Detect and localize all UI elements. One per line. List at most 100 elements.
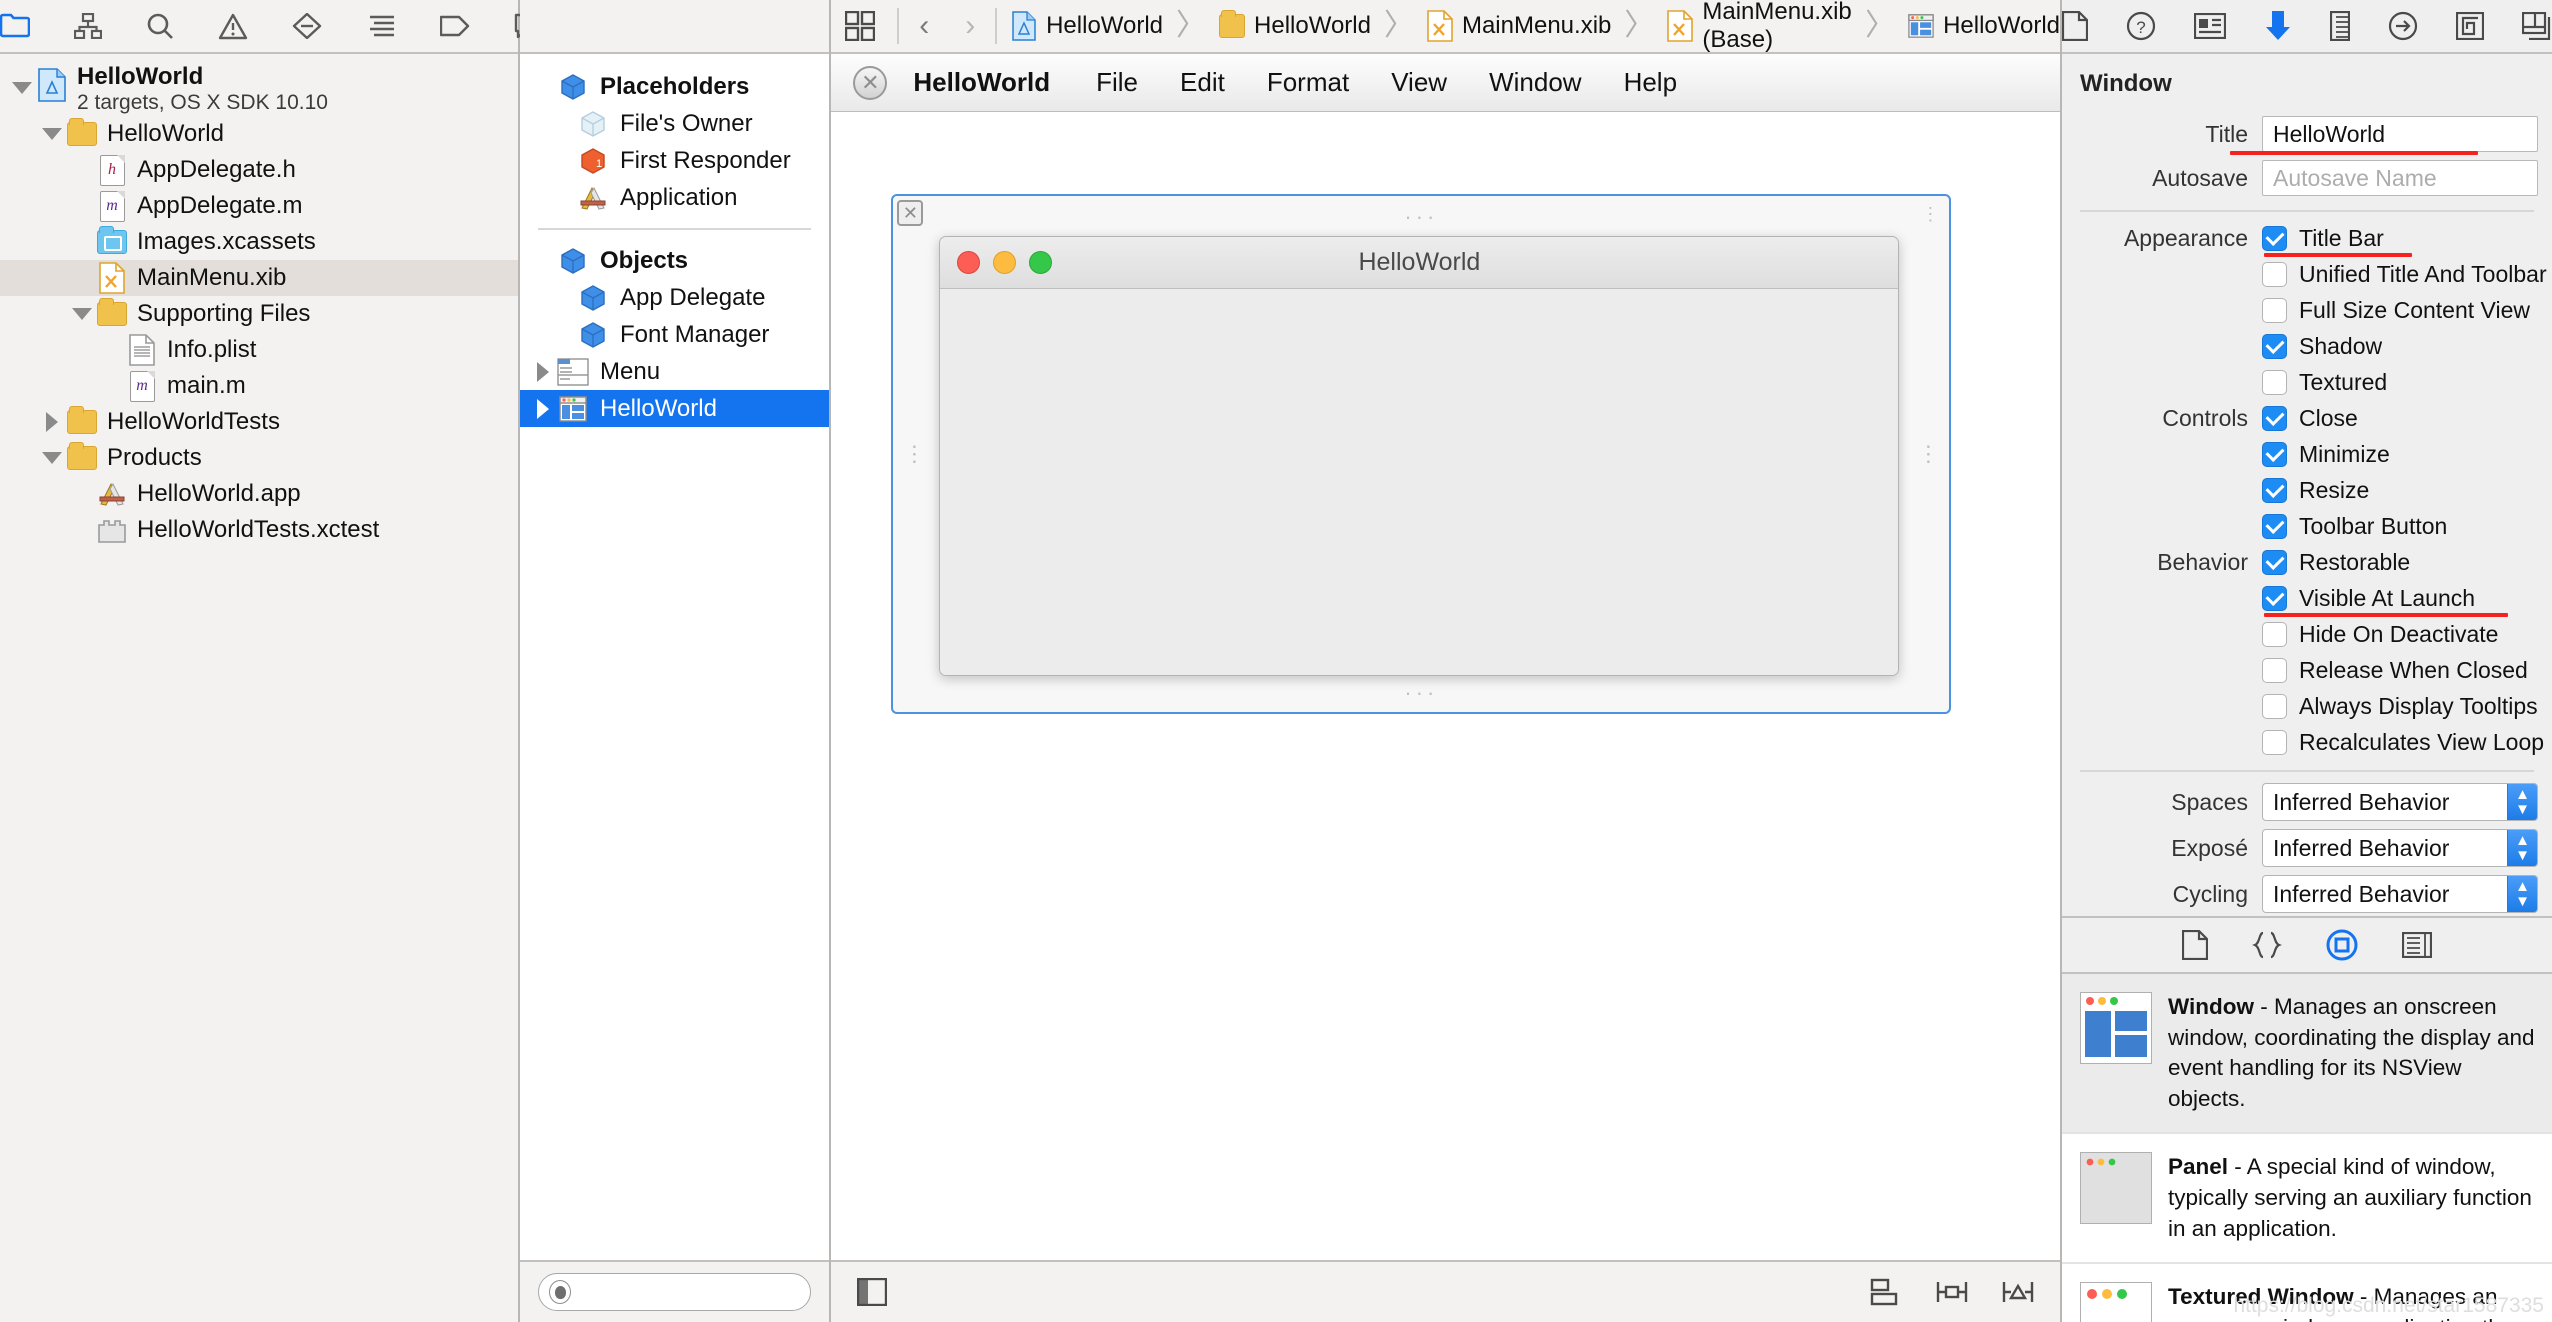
breadcrumb-item[interactable]: MainMenu.xib <box>1427 10 1611 42</box>
outline-item[interactable]: Menu <box>520 353 829 390</box>
checkbox-unified-title-and-toolbar[interactable] <box>2262 261 2287 287</box>
tag-icon[interactable] <box>440 9 470 43</box>
back-button[interactable]: ‹ <box>919 11 929 41</box>
navigator-row[interactable]: HelloWorldTests <box>0 404 518 440</box>
connections-inspector-icon[interactable] <box>2388 11 2418 41</box>
disclosure-triangle[interactable] <box>530 361 556 382</box>
navigator-row[interactable]: HelloWorld.app <box>0 476 518 512</box>
navigator-row[interactable]: Supporting Files <box>0 296 518 332</box>
disclosure-triangle[interactable] <box>38 116 66 152</box>
view-effects-inspector-icon[interactable] <box>2522 12 2552 40</box>
checkbox-toolbar-button[interactable] <box>2262 513 2287 539</box>
breadcrumb-item[interactable]: HelloWorld <box>1011 11 1163 41</box>
navigator-row[interactable]: m AppDelegate.m <box>0 188 518 224</box>
search-icon[interactable] <box>146 9 174 43</box>
outline-item[interactable]: HelloWorld <box>520 390 830 427</box>
breadcrumb-item[interactable]: HelloWorld <box>1219 10 1371 41</box>
chevron-updown-icon[interactable]: ▲ ▼ <box>2507 784 2537 820</box>
navigator-row[interactable]: m main.m <box>0 368 518 404</box>
checkbox-title-bar[interactable] <box>2262 225 2287 251</box>
chevron-updown-icon[interactable]: ▲ ▼ <box>2507 830 2537 866</box>
menu-item-view[interactable]: View <box>1391 67 1447 98</box>
menu-item-format[interactable]: Format <box>1267 67 1349 98</box>
select-exposé[interactable]: Inferred Behavior ▲ ▼ <box>2262 829 2538 867</box>
report-icon[interactable] <box>366 9 396 43</box>
resize-handle-top[interactable]: ··· <box>1404 204 1438 230</box>
menu-item-window[interactable]: Window <box>1489 67 1581 98</box>
select-spaces[interactable]: Inferred Behavior ▲ ▼ <box>2262 783 2538 821</box>
checkbox-resize[interactable] <box>2262 477 2287 503</box>
resize-handle-left[interactable]: ⋮ <box>903 441 925 467</box>
resize-handle-top-right[interactable]: ⋮ <box>1921 204 1939 225</box>
object-library-icon[interactable] <box>2326 929 2358 961</box>
menu-item-file[interactable]: File <box>1096 67 1138 98</box>
file-inspector-icon[interactable] <box>2062 11 2088 41</box>
outline-item[interactable]: File's Owner <box>520 105 829 142</box>
checkbox-full-size-content-view[interactable] <box>2262 297 2287 323</box>
media-library-icon[interactable] <box>2402 932 2432 958</box>
autosave-name-input[interactable]: Autosave Name <box>2262 160 2538 196</box>
bindings-inspector-icon[interactable] <box>2456 12 2484 40</box>
resolve-auto-layout-icon[interactable] <box>2002 1278 2034 1306</box>
breadcrumb-item[interactable]: HelloWorld <box>1908 11 2060 41</box>
folder-icon[interactable] <box>0 9 30 43</box>
show-document-outline-icon[interactable] <box>857 1278 888 1306</box>
resize-handle-right[interactable]: ⋮ <box>1917 441 1939 467</box>
quick-help-icon[interactable]: ? <box>2126 11 2156 41</box>
align-icon[interactable] <box>1870 1278 1902 1306</box>
checkbox-hide-on-deactivate[interactable] <box>2262 621 2287 647</box>
checkbox-restorable[interactable] <box>2262 549 2287 575</box>
checkbox-always-display-tooltips[interactable] <box>2262 693 2287 719</box>
size-inspector-icon[interactable] <box>2330 11 2350 41</box>
checkbox-close[interactable] <box>2262 405 2287 431</box>
apple-menu-icon[interactable]: ✕ <box>853 65 888 100</box>
window-selection-frame[interactable]: ✕ ··· ··· ⋮ ⋮ ⋮ HelloWorld <box>891 194 1952 714</box>
disclosure-triangle[interactable] <box>530 398 556 419</box>
navigator-row[interactable]: HelloWorldTests.xctest <box>0 512 518 548</box>
checkbox-textured[interactable] <box>2262 369 2287 395</box>
checkbox-minimize[interactable] <box>2262 441 2287 467</box>
outline-item[interactable]: App Delegate <box>520 279 829 316</box>
navigator-row[interactable]: h AppDelegate.h <box>0 152 518 188</box>
outline-item[interactable]: 1 First Responder <box>520 142 829 179</box>
checkbox-shadow[interactable] <box>2262 333 2287 359</box>
forward-button[interactable]: › <box>965 11 975 41</box>
window-title-input[interactable]: HelloWorld <box>2262 116 2538 152</box>
disclosure-triangle[interactable] <box>8 70 36 106</box>
project-root-row[interactable]: HelloWorld 2 targets, OS X SDK 10.10 <box>0 62 518 116</box>
navigator-row[interactable]: MainMenu.xib <box>0 260 518 296</box>
library-item[interactable]: Panel - A special kind of window, typica… <box>2062 1132 2552 1262</box>
outline-filter-input[interactable] <box>538 1273 812 1311</box>
menu-item-helloworld[interactable]: HelloWorld <box>913 67 1050 98</box>
pin-icon[interactable] <box>1936 1278 1968 1306</box>
editor-layout-icon[interactable] <box>845 10 876 42</box>
code-snippet-library-icon[interactable] <box>2252 930 2282 960</box>
source-control-icon[interactable] <box>74 9 102 43</box>
identity-inspector-icon[interactable] <box>2194 13 2226 39</box>
navigator-row[interactable]: Products <box>0 440 518 476</box>
mock-mac-window[interactable]: HelloWorld <box>939 236 1900 676</box>
disclosure-triangle[interactable] <box>38 404 66 440</box>
navigator-row[interactable]: Info.plist <box>0 332 518 368</box>
outline-item[interactable]: Font Manager <box>520 316 829 353</box>
library-item[interactable]: Window - Manages an onscreen window, coo… <box>2062 974 2552 1133</box>
breakpoint-icon[interactable] <box>292 9 322 43</box>
outline-item[interactable]: Application <box>520 179 829 216</box>
selection-close-icon[interactable]: ✕ <box>897 200 924 226</box>
breadcrumb-item[interactable]: MainMenu.xib (Base) <box>1667 0 1852 54</box>
disclosure-triangle[interactable] <box>38 440 66 476</box>
checkbox-release-when-closed[interactable] <box>2262 657 2287 683</box>
checkbox-visible-at-launch[interactable] <box>2262 585 2287 611</box>
file-template-library-icon[interactable] <box>2182 930 2208 960</box>
menu-item-edit[interactable]: Edit <box>1180 67 1225 98</box>
resize-handle-bottom[interactable]: ··· <box>1404 680 1438 706</box>
attributes-inspector-icon[interactable] <box>2264 10 2292 42</box>
menu-item-help[interactable]: Help <box>1624 67 1677 98</box>
checkbox-recalculates-view-loop[interactable] <box>2262 729 2287 755</box>
select-cycling[interactable]: Inferred Behavior ▲ ▼ <box>2262 875 2538 913</box>
navigator-row[interactable]: HelloWorld <box>0 116 518 152</box>
chevron-updown-icon[interactable]: ▲ ▼ <box>2507 876 2537 912</box>
warning-icon[interactable] <box>218 9 248 43</box>
navigator-row[interactable]: Images.xcassets <box>0 224 518 260</box>
disclosure-triangle[interactable] <box>68 296 96 332</box>
